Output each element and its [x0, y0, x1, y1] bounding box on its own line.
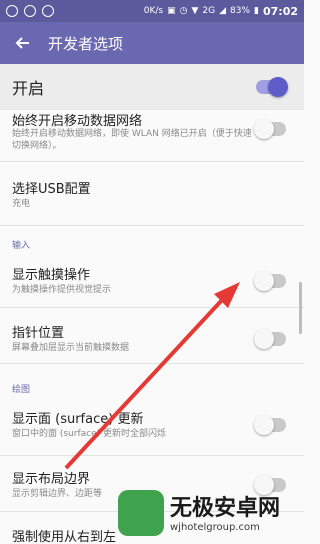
- toggle-knob: [254, 271, 274, 291]
- toggle-knob: [254, 415, 274, 435]
- toggle-knob: [268, 77, 288, 97]
- back-arrow-icon[interactable]: [14, 34, 32, 52]
- watermark-logo-icon: [118, 490, 164, 536]
- usb-config-row[interactable]: 选择USB配置 充电: [0, 162, 304, 226]
- row-title: 显示布局边界: [12, 472, 91, 487]
- surface-updates-row[interactable]: 显示面 (surface) 更新 窗口中的面 (surface) 更新时全部闪烁: [0, 400, 304, 456]
- notification-icon: [6, 5, 18, 17]
- moon-icon: [42, 5, 54, 17]
- master-switch[interactable]: [256, 77, 288, 97]
- battery-icon: ▮: [254, 6, 259, 16]
- sim-icon: ▣: [167, 6, 176, 16]
- watermark-url: wjhotelgroup.com: [170, 522, 260, 533]
- status-bar: 0K/s ▣ ◷ ▼ 2G ◢ 83% ▮ 07:02: [0, 0, 304, 22]
- row-subtitle: 始终开启移动数据网络，即使 WLAN 网络已开启（便于快速切换网络）。: [12, 129, 252, 151]
- pointer-location-row[interactable]: 指针位置 屏幕叠加层显示当前触摸数据: [0, 308, 304, 364]
- page-title: 开发者选项: [48, 34, 124, 53]
- scrollbar[interactable]: [299, 282, 302, 334]
- signal-label: 2G: [202, 6, 216, 16]
- app-bar: 开发者选项: [0, 22, 304, 64]
- row-subtitle: 为触摸操作提供视觉提示: [12, 285, 112, 295]
- pointer-location-switch[interactable]: [254, 329, 286, 349]
- battery-percent: 83%: [230, 6, 251, 16]
- row-subtitle: 屏幕叠加层显示当前触摸数据: [12, 343, 130, 353]
- row-subtitle: 窗口中的面 (surface) 更新时全部闪烁: [12, 429, 167, 439]
- mobile-data-switch[interactable]: [254, 119, 286, 139]
- developer-options-master-row[interactable]: 开启: [0, 64, 304, 110]
- row-title: 选择USB配置: [12, 182, 91, 197]
- show-touches-switch[interactable]: [254, 271, 286, 291]
- wifi-icon: ▼: [191, 6, 199, 16]
- clock: 07:02: [262, 4, 298, 18]
- watermark-title: 无极安卓网: [170, 496, 281, 521]
- row-title: 显示面 (surface) 更新: [12, 412, 144, 427]
- toggle-knob: [254, 119, 274, 139]
- row-title: 指针位置: [12, 326, 65, 341]
- row-subtitle: 显示剪辑边界、边距等: [12, 489, 103, 499]
- alarm-icon: ◷: [179, 6, 188, 16]
- row-title: 显示触摸操作: [12, 268, 91, 283]
- section-header-drawing: 绘图: [12, 385, 31, 395]
- section-header-input: 输入: [12, 241, 31, 251]
- toggle-knob: [254, 329, 274, 349]
- network-speed: 0K/s: [143, 6, 164, 16]
- mobile-data-always-on-row[interactable]: 始终开启移动数据网络 始终开启移动数据网络，即使 WLAN 网络已开启（便于快速…: [0, 110, 304, 162]
- watermark: 无极安卓网 wjhotelgroup.com: [118, 486, 304, 544]
- surface-updates-switch[interactable]: [254, 415, 286, 435]
- row-title: 强制使用从右到左: [12, 530, 117, 544]
- show-touches-row[interactable]: 显示触摸操作 为触摸操作提供视觉提示: [0, 256, 304, 308]
- signal-icon: ◢: [219, 6, 227, 16]
- mute-icon: [24, 5, 36, 17]
- row-subtitle: 充电: [12, 199, 31, 209]
- master-switch-label: 开启: [12, 79, 45, 98]
- row-title: 始终开启移动数据网络: [12, 114, 143, 129]
